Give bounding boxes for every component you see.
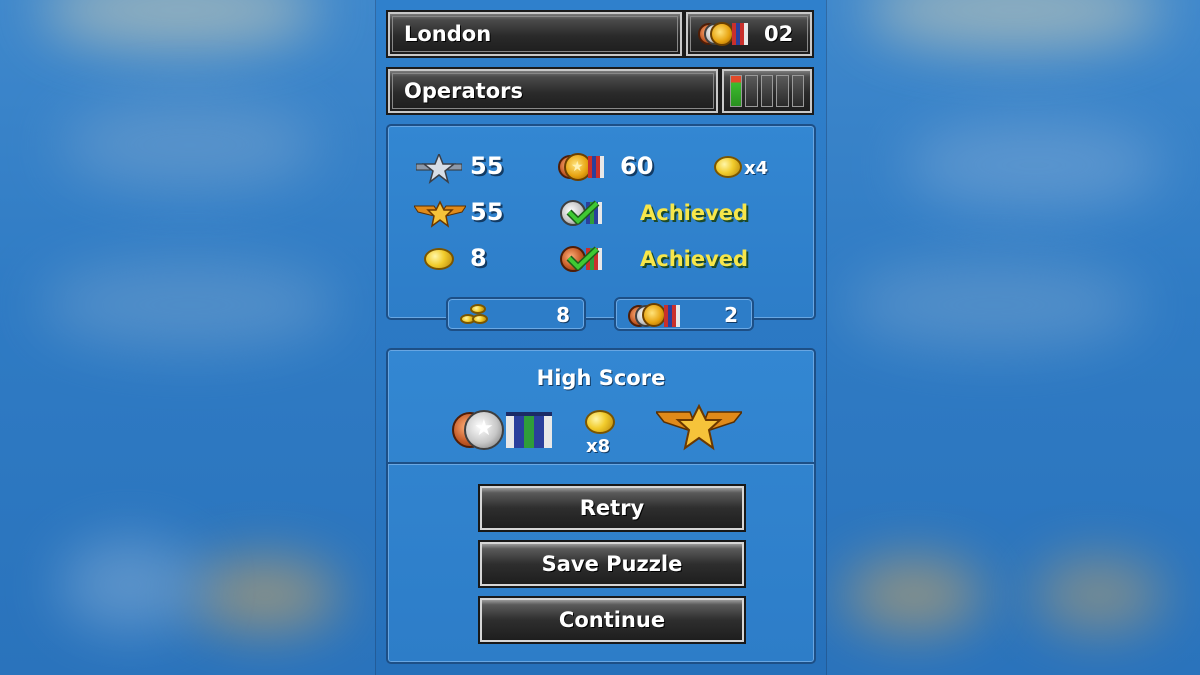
retry-label: Retry xyxy=(579,496,645,520)
medal-total-pill: 2 xyxy=(614,297,754,331)
medal-count: 02 xyxy=(764,22,794,46)
save-puzzle-button[interactable]: Save Puzzle xyxy=(478,540,746,588)
bronze-objective-status: Achieved xyxy=(640,247,749,271)
right-blurred-background xyxy=(824,0,1200,675)
coin-icon xyxy=(585,410,615,434)
medal-group-icon xyxy=(698,21,750,47)
gold-wings-score: 55 xyxy=(470,198,504,226)
stage-bar: Operators xyxy=(386,67,720,115)
left-blurred-background xyxy=(0,0,376,675)
retry-button[interactable]: Retry xyxy=(478,484,746,532)
gold-medal-icon: ★ xyxy=(558,152,614,182)
coin-icon xyxy=(424,248,454,270)
coin-icon xyxy=(714,156,742,178)
progress-segment xyxy=(745,75,758,107)
coin-stack-total: 8 xyxy=(556,303,570,327)
high-score-panel: High Score ★ x8 Retry Save Puzzle Contin… xyxy=(386,348,816,664)
silver-medal-check-icon xyxy=(558,198,614,228)
progress-segment xyxy=(776,75,789,107)
continue-label: Continue xyxy=(558,608,666,632)
stage-progress-meter xyxy=(720,67,814,115)
panel-divider xyxy=(388,462,814,464)
high-score-title: High Score xyxy=(536,366,666,390)
coin-stack-total-pill: 8 xyxy=(446,297,586,331)
high-score-medals-icon: ★ xyxy=(452,408,556,452)
bronze-medal-check-icon xyxy=(558,244,614,274)
high-score-coin-multiplier: x8 xyxy=(586,436,611,457)
gold-wings-rank-icon xyxy=(414,200,466,228)
silver-objective-status: Achieved xyxy=(640,201,749,225)
medal-group-icon xyxy=(628,303,686,329)
medal-total: 2 xyxy=(724,303,738,327)
silver-star-score: 55 xyxy=(470,152,504,180)
medal-count-bar: 02 xyxy=(684,10,814,58)
coin-multiplier: x4 xyxy=(744,158,769,179)
city-bar: London xyxy=(386,10,684,58)
progress-segment xyxy=(791,75,805,107)
level-complete-screen: London 02 Operators 55 ★ 60 x4 55 Achiev… xyxy=(376,0,826,675)
continue-button[interactable]: Continue xyxy=(478,596,746,644)
stage-name: Operators xyxy=(404,79,523,103)
medal-requirement: 60 xyxy=(620,152,654,180)
coins-collected: 8 xyxy=(470,244,487,272)
coin-stack-icon xyxy=(460,304,490,326)
silver-star-rank-icon xyxy=(416,154,462,184)
results-panel: 55 ★ 60 x4 55 Achieved 8 Achieved xyxy=(386,124,816,320)
gold-wings-rank-icon xyxy=(656,404,742,451)
city-name: London xyxy=(404,22,492,46)
progress-segment xyxy=(760,75,774,107)
save-puzzle-label: Save Puzzle xyxy=(541,552,683,576)
progress-segment xyxy=(730,75,743,107)
